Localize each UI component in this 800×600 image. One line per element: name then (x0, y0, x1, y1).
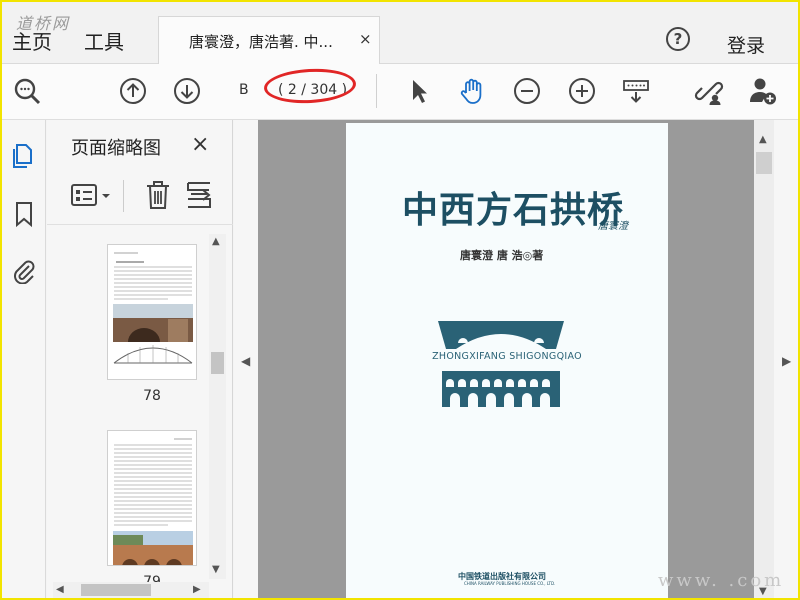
annotation-circle (263, 66, 357, 106)
scroll-right-icon[interactable]: ▶ (193, 584, 201, 595)
bookmark-icon[interactable] (11, 200, 37, 228)
thumbnail-preview (113, 252, 193, 364)
thumbnail-page[interactable] (107, 430, 197, 566)
zoom-in-icon[interactable] (567, 76, 597, 106)
thumbnail-preview (113, 438, 193, 565)
bridge-arch-logo (438, 321, 564, 349)
scrollbar-thumb[interactable] (211, 352, 224, 374)
main-toolbar: B ( 2 / 304 ) (2, 64, 798, 120)
app-window: 道桥网 主页 工具 唐寰澄，唐浩著. 中... × ? 登录 B ( 2 / 3… (0, 0, 800, 600)
read-mode-icon[interactable] (621, 76, 651, 106)
document-page: 中西方石拱桥 唐寰澄 唐寰澄 唐 浩◎著 ZHONGXIFANG SHIGONG… (346, 123, 668, 598)
book-title: 中西方石拱桥 (402, 189, 625, 231)
title-signature: 唐寰澄 (598, 221, 628, 232)
hand-icon[interactable] (457, 76, 487, 106)
scroll-left-icon[interactable]: ◀ (56, 584, 64, 595)
thumbnails-heading: 页面缩略图 (71, 138, 161, 159)
toolbar-divider (376, 74, 377, 108)
close-panel-icon[interactable]: × (191, 132, 209, 157)
share-link-icon[interactable] (694, 76, 724, 106)
toolbar-divider (123, 180, 124, 212)
zoom-out-icon[interactable] (512, 76, 542, 106)
tab-document[interactable]: 唐寰澄，唐浩著. 中... × (158, 16, 380, 65)
help-icon[interactable]: ? (666, 27, 690, 51)
page-down-icon[interactable] (172, 76, 202, 106)
delete-icon[interactable] (145, 180, 171, 210)
publisher-name-english: CHINA RAILWAY PUBLISHING HOUSE CO., LTD. (464, 581, 556, 586)
document-scrollbar[interactable]: ▲ ▼ (754, 120, 774, 598)
add-user-icon[interactable] (748, 76, 778, 106)
thumbnail-options-icon[interactable] (71, 184, 113, 208)
tab-bar: 道桥网 主页 工具 唐寰澄，唐浩著. 中... × ? 登录 (2, 2, 798, 65)
document-tab-title: 唐寰澄，唐浩著. 中... (189, 33, 333, 51)
expand-right-icon[interactable]: ▶ (782, 354, 791, 368)
zoom-search-icon[interactable] (12, 76, 42, 106)
scrollbar-thumb[interactable] (81, 584, 151, 596)
tab-tools[interactable]: 工具 (84, 26, 124, 55)
thumbnail-page[interactable] (107, 244, 197, 380)
scroll-down-icon[interactable]: ▼ (212, 564, 220, 575)
collapse-left-panel[interactable]: ◀ (234, 120, 258, 598)
scrollbar-thumb[interactable] (756, 152, 772, 174)
pages-icon[interactable] (11, 142, 37, 170)
bridge-aqueduct-logo (442, 371, 560, 407)
scroll-up-icon[interactable]: ▲ (759, 134, 767, 145)
page-up-icon[interactable] (118, 76, 148, 106)
close-tab-icon[interactable]: × (359, 30, 372, 48)
site-watermark-bottom: www. .com (658, 570, 785, 591)
extract-icon[interactable] (185, 180, 213, 210)
book-pinyin-title: ZHONGXIFANG SHIGONGQIAO (432, 351, 582, 362)
collapse-right-panel[interactable]: ▶ (774, 120, 798, 598)
thumbnail-page-label: 78 (143, 388, 161, 404)
panel-divider (47, 224, 233, 225)
login-button[interactable]: 登录 (727, 31, 765, 58)
select-cursor-icon[interactable] (404, 76, 434, 106)
scroll-up-icon[interactable]: ▲ (212, 236, 220, 247)
book-authors: 唐寰澄 唐 浩◎著 (460, 249, 544, 262)
collapse-left-icon[interactable]: ◀ (241, 354, 250, 368)
thumbnails-horizontal-scrollbar[interactable]: ◀ ▶ (53, 582, 209, 598)
thumbnails-panel: 页面缩略图 × 78 ▲ ▼ ◀ ▶ (47, 120, 233, 598)
page-number-input[interactable]: B (239, 82, 249, 98)
left-rail (2, 120, 46, 598)
thumbnails-scrollbar[interactable]: ▲ ▼ (209, 234, 226, 579)
tab-home[interactable]: 主页 (12, 26, 52, 55)
thumbnail-toolbar (67, 176, 217, 216)
attachment-icon[interactable] (11, 256, 37, 284)
